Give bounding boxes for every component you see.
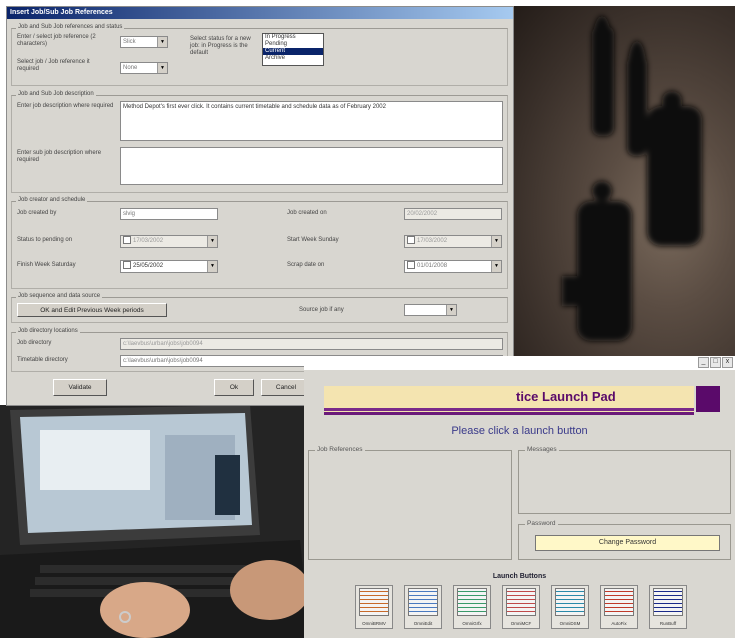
scrap-date-label: Scrap date on: [287, 262, 325, 268]
subjob-ref-combo[interactable]: None ▼: [120, 62, 168, 74]
launch-button-caption: RunBuff: [659, 621, 677, 626]
logo-badge: [696, 386, 720, 412]
messages-panel: Messages: [518, 446, 731, 514]
refs-group-label: Job and Sub Job references and status: [16, 24, 125, 30]
created-on-field[interactable]: 20/02/2002: [404, 208, 502, 220]
chevron-down-icon[interactable]: ▼: [207, 236, 217, 247]
launch-button-omnibrmv[interactable]: OmniBRMV: [355, 585, 393, 629]
scrap-date-value: 01/01/2008: [417, 263, 448, 269]
ok-edit-previous-week-button[interactable]: OK and Edit Previous Week periods: [17, 303, 167, 317]
start-week-checkbox[interactable]: [407, 236, 415, 245]
chevron-down-icon[interactable]: ▼: [491, 261, 501, 272]
launch-button-runbuff[interactable]: RunBuff: [649, 585, 687, 629]
launch-button-caption: OmniEdit: [413, 621, 433, 626]
dirs-group-label: Job directory locations: [16, 328, 80, 334]
source-job-label: Source job if any: [299, 307, 344, 313]
launch-button-omniedit[interactable]: OmniEdit: [404, 585, 442, 629]
launch-button-caption: OmniMCF: [510, 621, 532, 626]
launch-button-omnigrfx[interactable]: OmniGrfx: [453, 585, 491, 629]
close-icon[interactable]: x: [722, 357, 733, 368]
launch-prompt: Please click a launch button: [451, 425, 588, 437]
status-pending-value: 17/03/2002: [133, 238, 164, 244]
sequence-group-label: Job sequence and data source: [16, 293, 103, 299]
status-option[interactable]: In Progress: [263, 34, 323, 41]
launch-pad-title: tice Launch Pad: [516, 389, 616, 404]
subjob-desc-textarea[interactable]: [120, 147, 503, 185]
messages-label: Messages: [525, 446, 559, 453]
scrap-date-checkbox[interactable]: [407, 261, 415, 270]
launch-buttons-label: Launch Buttons: [492, 573, 547, 580]
launch-button-omnimcf[interactable]: OmniMCF: [502, 585, 540, 629]
finish-week-combo[interactable]: 25/05/2002 ▼: [120, 260, 218, 273]
job-desc-textarea[interactable]: Method Depot's first ever click. It cont…: [120, 101, 503, 141]
chevron-down-icon[interactable]: ▼: [157, 37, 167, 47]
dialog-title: Insert Job/Sub Job References: [7, 7, 513, 19]
created-by-label: Job created by: [17, 210, 57, 216]
chevron-down-icon[interactable]: ▼: [446, 305, 456, 315]
status-listbox[interactable]: In Progress Pending Current Archive: [262, 33, 324, 66]
launch-button-caption: OmniGrfx: [462, 621, 482, 626]
timetable-grid-icon: [359, 588, 389, 616]
figure-icon: [604, 588, 634, 616]
scrap-date-combo[interactable]: 01/01/2008 ▼: [404, 260, 502, 273]
finish-week-checkbox[interactable]: [123, 261, 131, 270]
launch-pad-titlebar: _ □ x: [304, 356, 735, 370]
status-option[interactable]: Pending: [263, 41, 323, 48]
finish-week-value: 25/05/2002: [133, 263, 164, 269]
maximize-icon[interactable]: □: [710, 357, 721, 368]
created-on-label: Job created on: [287, 210, 327, 216]
launch-button-caption: OmniDSM: [559, 621, 581, 626]
minimize-icon[interactable]: _: [698, 357, 709, 368]
job-references-panel: Job References: [308, 446, 512, 560]
subjob-ref-value: None: [123, 65, 138, 71]
laptop-photo: [0, 405, 310, 638]
source-job-combo[interactable]: ▼: [404, 304, 457, 316]
job-ref-value: Slick: [123, 39, 136, 45]
creator-group-label: Job creator and schedule: [16, 197, 88, 203]
launch-button-caption: OmniBRMV: [362, 621, 386, 626]
chevron-down-icon[interactable]: ▼: [491, 236, 501, 247]
job-ref-label: Enter / select job reference (2 characte…: [17, 34, 96, 47]
job-ref-combo[interactable]: Slick ▼: [120, 36, 168, 48]
banner-strip: [324, 408, 694, 411]
status-option[interactable]: Archive: [263, 55, 323, 62]
status-label: Select status for a new job: in Progress…: [190, 36, 251, 56]
window-controls: _ □ x: [697, 357, 733, 368]
start-week-label: Start Week Sunday: [287, 237, 339, 243]
launch-button-autofix[interactable]: AutoFix: [600, 585, 638, 629]
chevron-down-icon[interactable]: ▼: [157, 63, 167, 73]
finish-week-label: Finish Week Saturday: [17, 262, 76, 268]
status-pending-label: Status to pending on: [17, 237, 73, 243]
chart-grid-icon: [408, 588, 438, 616]
job-dir-label: Job directory: [17, 340, 52, 346]
chevron-down-icon[interactable]: ▼: [207, 261, 217, 272]
subjob-ref-label: Select job / Job reference it required: [17, 59, 90, 72]
change-password-button[interactable]: Change Password: [535, 535, 720, 551]
insert-job-dialog: Insert Job/Sub Job References Job and Su…: [6, 6, 514, 406]
subjob-desc-label: Enter sub job description where required: [17, 150, 102, 163]
timetable-dir-label: Timetable directory: [17, 357, 68, 363]
ok-button[interactable]: Ok: [214, 379, 254, 396]
job-references-label: Job References: [315, 446, 365, 453]
created-by-field[interactable]: slvig: [120, 208, 218, 220]
graph-grid-icon: [457, 588, 487, 616]
schedule-grid-icon: [506, 588, 536, 616]
validate-button[interactable]: Validate: [53, 379, 107, 396]
launch-button-caption: AutoFix: [611, 621, 627, 626]
stacked-sheets-icon: [555, 588, 585, 616]
commuters-photo: [512, 6, 735, 358]
bus-badge-icon: [653, 588, 683, 616]
job-dir-field[interactable]: c:\laevbus\urban\jobs\job0094: [120, 338, 503, 350]
status-pending-checkbox[interactable]: [123, 236, 131, 245]
desc-group-label: Job and Sub Job description: [16, 91, 96, 97]
start-week-combo[interactable]: 17/03/2002 ▼: [404, 235, 502, 248]
start-week-value: 17/03/2002: [417, 238, 448, 244]
launch-button-omnidsm[interactable]: OmniDSM: [551, 585, 589, 629]
status-option-selected[interactable]: Current: [263, 48, 323, 55]
password-label: Password: [525, 520, 558, 527]
job-desc-label: Enter job description where required: [17, 103, 114, 109]
status-pending-combo[interactable]: 17/03/2002 ▼: [120, 235, 218, 248]
